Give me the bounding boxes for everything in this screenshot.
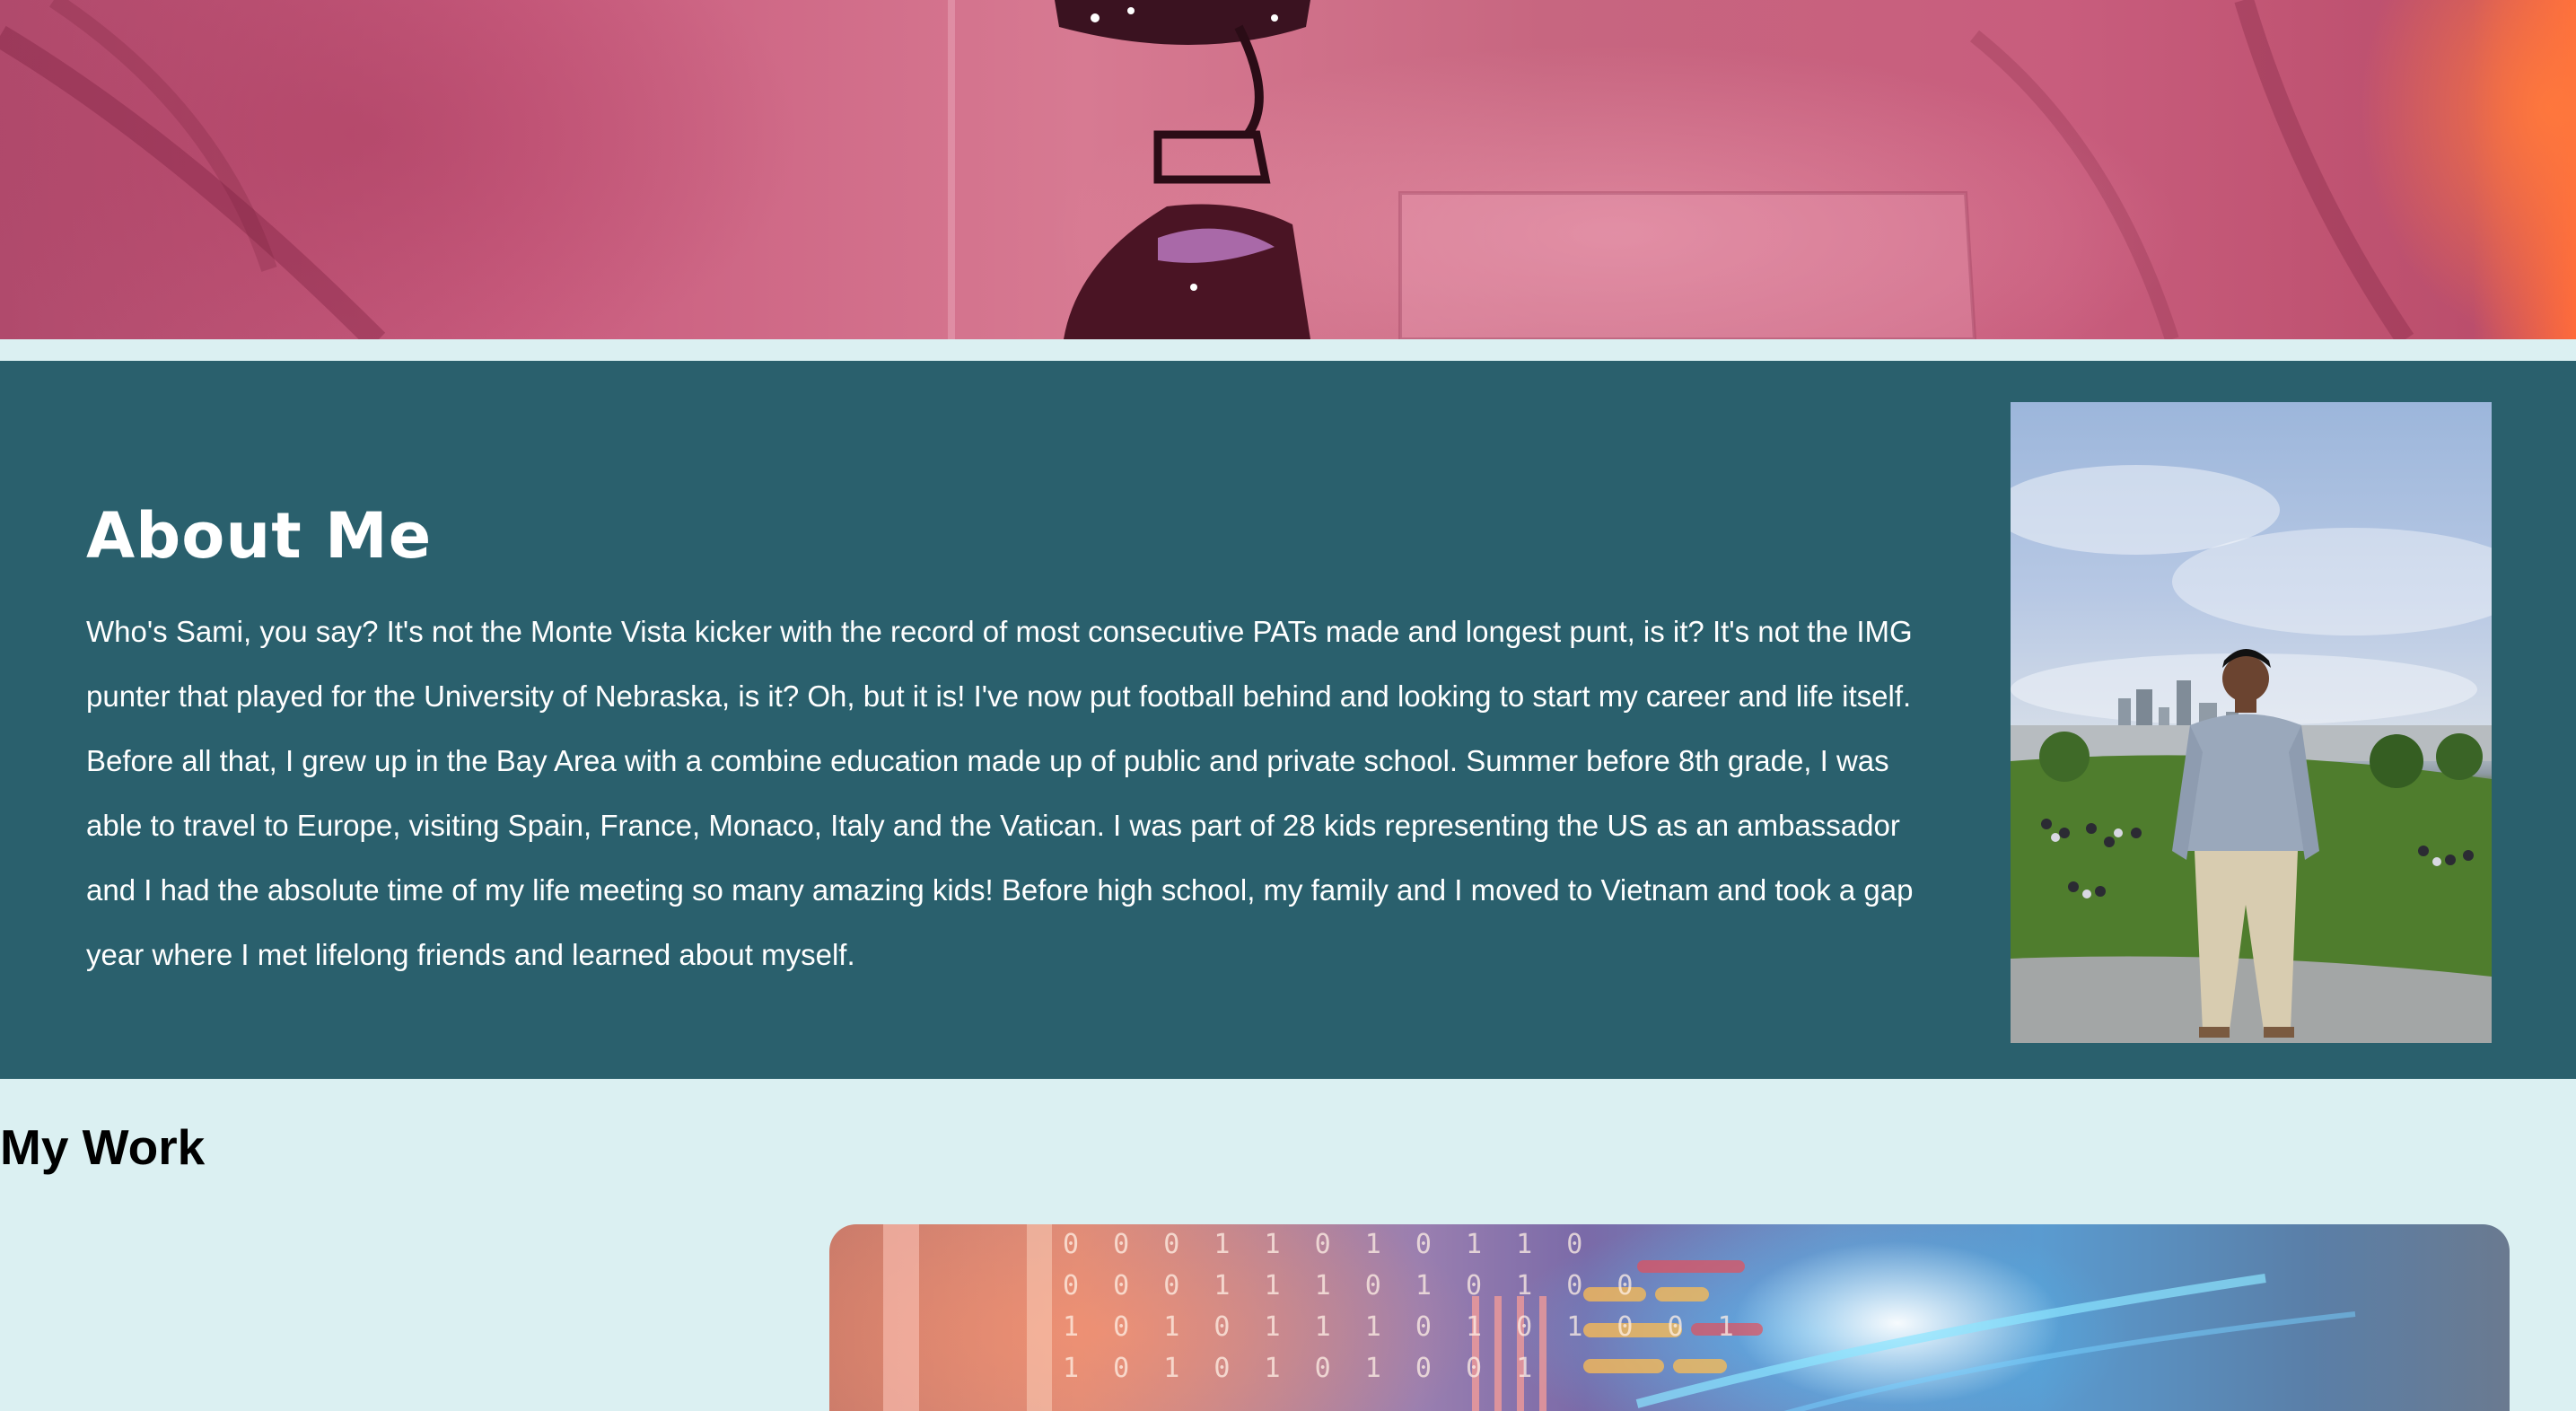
- sunglasses-bottom-lens: [1064, 204, 1310, 339]
- profile-photo: [2011, 402, 2492, 1043]
- sunglasses-top-lens: [1055, 0, 1310, 45]
- profile-photo-illustration: [2011, 465, 2492, 1043]
- hero-illustration: [0, 0, 2414, 339]
- about-section: About Me Who's Sami, you say? It's not t…: [0, 361, 2576, 1079]
- work-card-image[interactable]: 0 0 0 1 1 0 1 0 1 1 0 0 0 0 1 1 1 0 1 0 …: [829, 1224, 2510, 1411]
- binary-pattern: 0 0 0 1 1 0 1 0 1 1 0 0 0 0 1 1 1 0 1 0 …: [1063, 1229, 1743, 1384]
- work-title: My Work: [0, 1119, 206, 1175]
- about-description: Who's Sami, you say? It's not the Monte …: [86, 615, 1914, 971]
- about-title: About Me: [86, 499, 433, 573]
- page: About Me Who's Sami, you say? It's not t…: [0, 0, 2576, 1411]
- hero-image: [0, 0, 2576, 339]
